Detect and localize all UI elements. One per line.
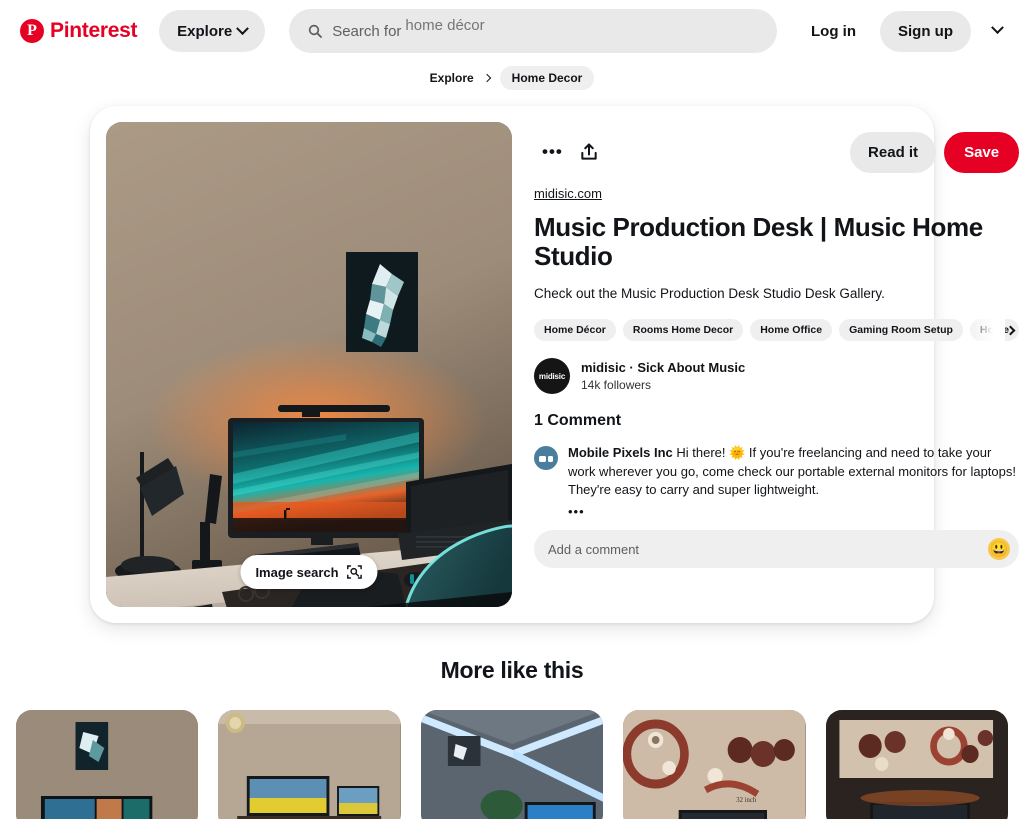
breadcrumb-home-decor[interactable]: Home Decor bbox=[499, 66, 595, 90]
author-followers: 14k followers bbox=[581, 377, 652, 392]
search-placeholder: Search for bbox=[332, 22, 402, 40]
pin-thumb-5[interactable] bbox=[825, 710, 1009, 819]
svg-text:32 inch: 32 inch bbox=[737, 797, 758, 804]
chevron-right-icon bbox=[1005, 325, 1016, 336]
header-menu-button[interactable] bbox=[981, 12, 1010, 50]
breadcrumb-explore[interactable]: Explore bbox=[430, 71, 474, 85]
explore-button-label: Explore bbox=[177, 22, 233, 40]
pin-image-column: Image search bbox=[106, 122, 512, 607]
read-it-button[interactable]: Read it bbox=[850, 131, 937, 173]
pin-thumb-4[interactable]: 32 inch built bbox=[623, 710, 806, 819]
image-search-icon bbox=[347, 565, 362, 579]
sign-up-button[interactable]: Sign up bbox=[880, 10, 971, 52]
top-header: P Pinterest Explore Search for home déco… bbox=[0, 0, 1024, 62]
search-icon bbox=[309, 24, 323, 38]
log-in-button[interactable]: Log in bbox=[797, 11, 870, 52]
tag-chip[interactable]: Home Décor bbox=[534, 319, 616, 342]
pin-title: Music Production Desk | Music Home Studi… bbox=[534, 212, 983, 272]
search-value: home décor bbox=[405, 16, 485, 34]
pin-thumb-1[interactable] bbox=[16, 710, 199, 819]
pinterest-logo[interactable]: P Pinterest bbox=[14, 15, 143, 47]
avatar: midisic bbox=[534, 358, 570, 395]
pin-tags-row: Home Décor Rooms Home Decor Home Office … bbox=[534, 318, 1020, 343]
comment-avatar bbox=[534, 446, 558, 471]
tag-chip[interactable]: Rooms Home Decor bbox=[622, 319, 744, 342]
more-like-this-grid: 32 inch built bbox=[0, 710, 1024, 819]
pin-description: Check out the Music Production Desk Stud… bbox=[534, 286, 885, 302]
save-button[interactable]: Save bbox=[944, 131, 1020, 173]
chevron-right-icon bbox=[482, 73, 491, 83]
comments-heading: 1 Comment bbox=[534, 412, 622, 430]
pin-detail-card: Image search ••• Read it Save midisic.co… bbox=[90, 106, 1020, 623]
source-domain-link[interactable]: midisic.com bbox=[534, 186, 1019, 201]
comment-body: Mobile Pixels Inc Hi there! 🌞 If you're … bbox=[568, 444, 1019, 499]
pin-thumb-2-illustration bbox=[218, 710, 401, 819]
add-comment-placeholder: Add a comment bbox=[548, 541, 640, 557]
pinterest-wordmark: Pinterest bbox=[50, 19, 138, 42]
tag-chip[interactable]: Home Office bbox=[750, 319, 833, 342]
more-options-button[interactable]: ••• bbox=[534, 140, 571, 164]
pin-details-column: ••• Read it Save midisic.com Music Produ… bbox=[512, 122, 1024, 607]
pin-thumb-5-illustration bbox=[825, 710, 1009, 819]
comment-expand-button[interactable]: ••• bbox=[568, 505, 1019, 518]
add-comment-input[interactable]: Add a comment 😃 bbox=[534, 530, 1020, 569]
comment-item: Mobile Pixels Inc Hi there! 🌞 If you're … bbox=[534, 444, 1019, 499]
search-input[interactable]: Search for home décor bbox=[289, 9, 777, 53]
share-button[interactable] bbox=[571, 134, 607, 170]
author-row[interactable]: midisic midisic · Sick About Music 14k f… bbox=[534, 358, 1019, 395]
pinterest-p-icon: P bbox=[20, 19, 44, 43]
share-icon bbox=[581, 143, 597, 160]
pin-thumb-1-illustration bbox=[16, 710, 199, 819]
pin-actions-row: ••• Read it Save bbox=[534, 131, 1020, 173]
tag-chip[interactable]: Gaming Room Setup bbox=[839, 319, 963, 342]
chevron-down-icon bbox=[991, 21, 1004, 35]
image-search-label: Image search bbox=[255, 564, 339, 580]
breadcrumb: Explore Home Decor bbox=[0, 62, 1024, 94]
pin-photo-illustration bbox=[106, 122, 512, 607]
more-like-this-section: More like this 32 inch bbox=[0, 657, 1024, 819]
pin-thumb-3-illustration bbox=[420, 710, 604, 819]
more-like-this-title: More like this bbox=[440, 657, 584, 683]
pin-thumb-3[interactable] bbox=[420, 710, 604, 819]
ellipsis-icon: ••• bbox=[542, 142, 563, 161]
image-search-button[interactable]: Image search bbox=[240, 555, 378, 589]
emoji-picker-button[interactable]: 😃 bbox=[988, 538, 1011, 561]
pin-photo[interactable]: Image search bbox=[106, 122, 512, 607]
comment-author[interactable]: Mobile Pixels Inc bbox=[568, 445, 673, 460]
tags-next-button[interactable] bbox=[1001, 321, 1019, 339]
author-name: midisic · Sick About Music bbox=[581, 360, 746, 376]
author-info: midisic · Sick About Music 14k followers bbox=[581, 359, 745, 393]
pin-thumb-2[interactable] bbox=[218, 710, 401, 819]
explore-button[interactable]: Explore bbox=[159, 10, 266, 52]
pin-thumb-4-illustration: 32 inch built bbox=[623, 710, 806, 819]
chevron-down-icon bbox=[236, 21, 250, 35]
